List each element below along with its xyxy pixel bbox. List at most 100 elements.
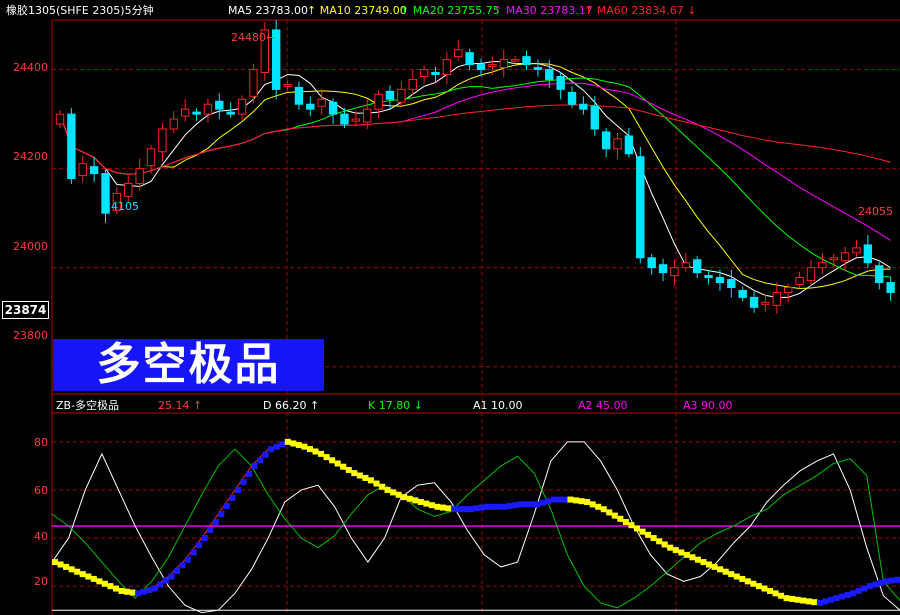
high-annotation: 24480← <box>231 31 276 44</box>
k-line-block <box>467 506 474 513</box>
price-tick-24400: 24400 <box>13 61 48 74</box>
candle-body <box>431 72 440 75</box>
k-line-block <box>512 502 519 509</box>
k-line-block <box>622 519 629 526</box>
indicator-name: ZB-多空极品 <box>56 399 120 412</box>
candle-body <box>226 111 235 115</box>
candle-body <box>158 128 167 153</box>
k-line-block <box>151 585 158 592</box>
moving-average-lines <box>59 61 891 298</box>
k-line-block <box>79 571 86 578</box>
k-line-block <box>268 446 275 453</box>
k-line-block <box>722 568 729 575</box>
candle-body <box>363 108 372 123</box>
candle-body <box>738 289 747 298</box>
k-line-block <box>406 495 413 502</box>
k-line-block <box>68 566 75 573</box>
indicator-header: ZB-多空极品 25.14 ↑ D 66.20 ↑ K 17.80 ↓ A1 1… <box>0 397 900 415</box>
candle-body <box>852 247 861 254</box>
k-line-block <box>168 573 175 580</box>
price-tick-23800: 23800 <box>13 329 48 342</box>
k-line-block <box>312 448 319 455</box>
candle-body <box>237 98 247 115</box>
k-line-block <box>877 579 884 586</box>
candle-body <box>840 252 850 262</box>
candle-body <box>613 138 622 150</box>
k-line-block <box>240 478 247 485</box>
indicator-a3: A3 90.00 <box>683 399 733 412</box>
candle-body <box>590 105 599 130</box>
candle-body <box>749 296 759 308</box>
k-line-block <box>63 563 70 570</box>
k-line-block <box>805 598 812 605</box>
k-line-block <box>728 571 735 578</box>
indicator-value: 25.14 ↑ <box>158 399 203 412</box>
ma10-line <box>59 63 891 289</box>
low-annotation: 24105 <box>104 200 139 213</box>
k-line-block <box>379 483 386 490</box>
candle-body <box>795 277 804 286</box>
indicator-k: K 17.80 ↓ <box>368 399 423 412</box>
candle-body <box>499 59 508 69</box>
k-line-block <box>434 503 441 510</box>
k-line-block <box>755 583 762 590</box>
k-line-block <box>789 595 796 602</box>
k-line-block <box>545 498 552 505</box>
k-line-block <box>572 497 580 504</box>
candle-body <box>442 59 452 75</box>
k-line-block <box>783 595 790 602</box>
k-line-block <box>827 596 834 603</box>
k-line-block <box>329 457 336 464</box>
k-line-block <box>844 591 851 598</box>
candle-body <box>454 49 463 58</box>
candle-body <box>89 166 99 175</box>
k-line-block <box>888 577 895 584</box>
ma20-line <box>59 77 891 278</box>
k-line-block <box>717 566 724 573</box>
k-line-block <box>334 460 341 467</box>
candle-body <box>419 69 429 77</box>
k-line-block <box>750 580 757 587</box>
k-line-block <box>262 451 269 458</box>
k-line-block <box>506 502 513 509</box>
candle-body <box>670 267 679 277</box>
candle-body <box>408 78 417 90</box>
k-line-block <box>528 501 535 508</box>
k-line-block <box>766 587 774 594</box>
candle-body <box>533 67 543 71</box>
k-line-block <box>866 583 873 590</box>
candle-body <box>784 286 793 293</box>
candle-body <box>545 69 554 80</box>
k-line-block <box>578 498 585 505</box>
candle-body <box>146 148 156 167</box>
k-line-block <box>850 590 857 597</box>
k-line-block <box>617 515 624 522</box>
k-line-block <box>212 519 219 526</box>
k-line-block <box>190 549 197 556</box>
k-line-block <box>656 538 663 545</box>
k-line-block <box>185 556 192 563</box>
kline-chart-canvas[interactable] <box>0 0 900 615</box>
k-line-block <box>523 501 530 508</box>
k-line-block <box>517 501 524 508</box>
k-line-block <box>157 581 164 588</box>
candle-body <box>658 264 668 274</box>
k-line-block <box>473 505 480 512</box>
k-line-block <box>301 443 308 450</box>
k-line-block <box>173 567 180 574</box>
candle-body <box>806 267 816 282</box>
candle-body <box>169 118 178 130</box>
candle-body <box>488 64 497 68</box>
candle-body <box>886 282 895 293</box>
k-line-block <box>85 573 92 580</box>
k-line-block <box>584 498 591 505</box>
candle-body <box>397 88 406 103</box>
k-line-block <box>445 505 452 512</box>
k-line-block <box>52 559 59 566</box>
k-line-block <box>401 494 408 501</box>
candle-body <box>556 75 565 90</box>
k-line-block <box>611 512 618 519</box>
k-line-block <box>872 581 879 588</box>
candle-body <box>818 262 827 269</box>
k-line-block <box>201 535 208 542</box>
